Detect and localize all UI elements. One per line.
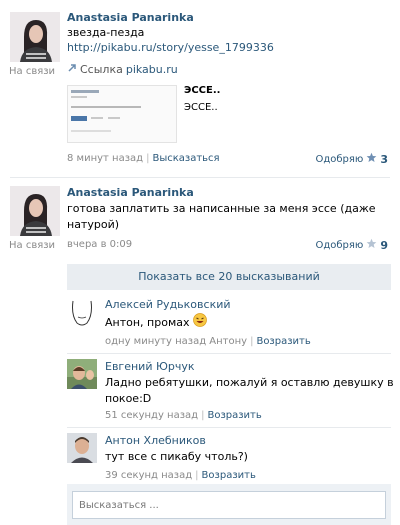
reply-input[interactable]: [72, 491, 386, 519]
attachment-thumbnail[interactable]: [67, 85, 177, 143]
reply-action-link[interactable]: Возразить: [256, 336, 310, 347]
online-status: На связи: [9, 240, 56, 251]
post-time[interactable]: 8 минут назад: [67, 153, 143, 164]
reply-meta: 51 секунду назад | Возразить: [105, 410, 262, 421]
like-label: Одобряю: [315, 239, 364, 251]
post-divider: [10, 177, 390, 178]
reply-text-content: Антон, промах: [105, 315, 190, 329]
star-icon: [366, 238, 377, 252]
show-all-replies-button[interactable]: Показать все 20 высказываний: [67, 264, 391, 290]
reply-divider: [67, 353, 391, 354]
reply-avatar[interactable]: [67, 433, 97, 463]
reply-time[interactable]: одну минуту назад Антону: [105, 336, 247, 347]
post-text-line-1: готова заплатить за написанные за меня э…: [67, 202, 376, 215]
reply-meta: 39 секунд назад | Возразить: [105, 470, 256, 481]
reply-text-line-2: покое:D: [105, 392, 152, 405]
reply-author-link[interactable]: Алексей Рудьковский: [105, 298, 231, 311]
like-count: 3: [380, 152, 388, 166]
like-count: 9: [380, 238, 388, 252]
laughing-emoji-icon: [192, 313, 207, 332]
attachment-prefix: Ссылка: [80, 63, 123, 76]
reply-text: тут все с пикабу чтоль?): [105, 450, 248, 463]
author-avatar[interactable]: [10, 186, 60, 236]
reply-action-link[interactable]: Возразить: [202, 470, 256, 481]
attachment-link-label[interactable]: Ссылка pikabu.ru: [67, 63, 178, 76]
comment-link[interactable]: Высказаться: [152, 153, 219, 164]
reply-box: [67, 484, 391, 525]
attachment-title[interactable]: ЭССЕ..: [184, 85, 220, 96]
reply-avatar[interactable]: [67, 297, 97, 327]
post-text: звезда-пезда: [67, 26, 145, 39]
post-time[interactable]: вчера в 0:09: [67, 239, 132, 250]
reply-author-link[interactable]: Антон Хлебников: [105, 434, 206, 447]
reply-author-link[interactable]: Евгений Юрчук: [105, 360, 194, 373]
reply-avatar[interactable]: [67, 359, 97, 389]
reply-meta: одну минуту назад Антону | Возразить: [105, 336, 311, 347]
post-text-line-2: натурой): [67, 218, 120, 231]
author-avatar[interactable]: [10, 12, 60, 62]
post-author-link[interactable]: Anastasia Panarinka: [67, 11, 194, 24]
star-icon: [366, 152, 377, 166]
attachment-description: ЭССЕ..: [184, 102, 218, 113]
post-meta: 8 минут назад | Высказаться: [67, 153, 220, 164]
like-button[interactable]: Одобряю 9: [315, 238, 388, 252]
online-status: На связи: [9, 66, 56, 77]
post-author-link[interactable]: Anastasia Panarinka: [67, 186, 194, 199]
like-label: Одобряю: [315, 153, 364, 165]
reply-time[interactable]: 39 секунд назад: [105, 470, 192, 481]
reply-text: Антон, промах: [105, 313, 207, 332]
reply-time[interactable]: 51 секунду назад: [105, 410, 198, 421]
post-url-link[interactable]: http://pikabu.ru/story/yesse_1799336: [67, 41, 274, 54]
reply-divider: [67, 427, 391, 428]
link-icon: [67, 63, 77, 76]
attachment-domain: pikabu.ru: [125, 63, 178, 76]
reply-text-line-1: Ладно ребятушки, пожалуй я оставлю девуш…: [105, 376, 394, 389]
reply-action-link[interactable]: Возразить: [207, 410, 261, 421]
like-button[interactable]: Одобряю 3: [315, 152, 388, 166]
